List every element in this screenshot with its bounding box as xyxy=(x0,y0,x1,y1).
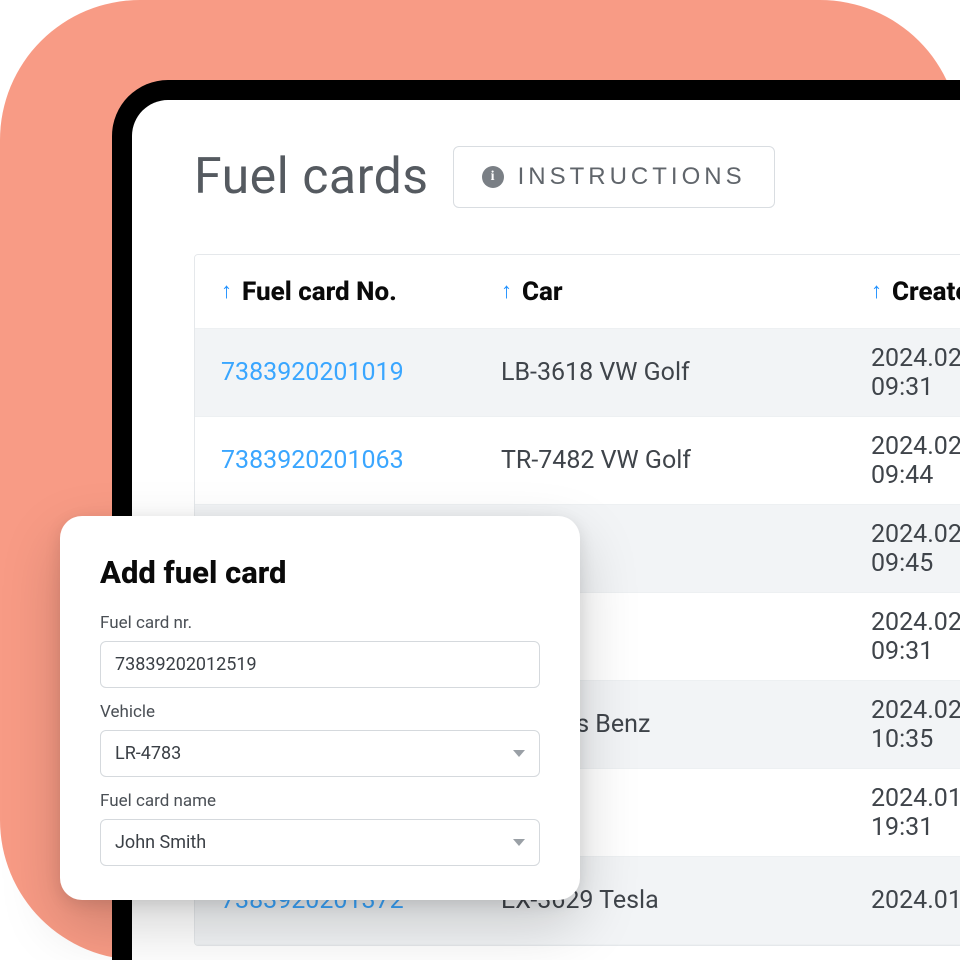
card-nr-input-wrap xyxy=(100,641,540,688)
sort-asc-icon: ↑ xyxy=(501,281,512,303)
sort-asc-icon: ↑ xyxy=(221,281,232,303)
vehicle-select[interactable]: LR-4783 xyxy=(100,730,540,777)
column-header-created[interactable]: ↑ Created xyxy=(871,277,960,307)
chevron-down-icon xyxy=(513,750,525,757)
field-label: Fuel card name xyxy=(100,791,540,811)
cell-created: 2024.01.21 19:31 xyxy=(871,784,960,842)
cell-created: 2024.01.14 08: xyxy=(871,886,960,915)
name-select-value: John Smith xyxy=(115,832,206,853)
field-name: Fuel card name John Smith xyxy=(100,791,540,866)
name-select[interactable]: John Smith xyxy=(100,819,540,866)
field-vehicle: Vehicle LR-4783 xyxy=(100,702,540,777)
field-label: Vehicle xyxy=(100,702,540,722)
field-label: Fuel card nr. xyxy=(100,613,540,633)
table-row: 7383920201019 LB-3618 VW Golf 2024.02.24… xyxy=(195,329,960,417)
cell-car: LB-3618 VW Golf xyxy=(501,358,871,387)
page-title: Fuel cards xyxy=(194,148,429,206)
cell-created: 2024.02.01 10:35 xyxy=(871,696,960,754)
column-header-car[interactable]: ↑ Car xyxy=(501,277,871,307)
cell-car: TR-7482 VW Golf xyxy=(501,446,871,475)
cell-card-no[interactable]: 7383920201019 xyxy=(221,358,501,387)
vehicle-select-value: LR-4783 xyxy=(115,743,181,764)
column-header-label: Fuel card No. xyxy=(242,277,397,307)
page-header: Fuel cards i INSTRUCTIONS xyxy=(194,146,960,208)
cell-created: 2024.02.11 09:31 xyxy=(871,608,960,666)
column-header-card-no[interactable]: ↑ Fuel card No. xyxy=(221,277,501,307)
cell-created: 2024.02.21 09:44 xyxy=(871,432,960,490)
sort-asc-icon: ↑ xyxy=(871,281,882,303)
table-header-row: ↑ Fuel card No. ↑ Car ↑ Created xyxy=(195,255,960,329)
instructions-label: INSTRUCTIONS xyxy=(518,163,746,191)
table-row: 7383920201063 TR-7482 VW Golf 2024.02.21… xyxy=(195,417,960,505)
cell-card-no[interactable]: 7383920201063 xyxy=(221,446,501,475)
column-header-label: Created xyxy=(892,277,960,307)
column-header-label: Car xyxy=(522,277,563,307)
info-icon: i xyxy=(482,166,504,188)
add-fuel-card-modal: Add fuel card Fuel card nr. Vehicle LR-4… xyxy=(60,516,580,900)
canvas: Fuel cards i INSTRUCTIONS ↑ Fuel card No… xyxy=(0,0,960,960)
modal-title: Add fuel card xyxy=(100,554,540,591)
field-card-nr: Fuel card nr. xyxy=(100,613,540,688)
instructions-button[interactable]: i INSTRUCTIONS xyxy=(453,146,775,208)
card-nr-input[interactable] xyxy=(115,654,525,675)
chevron-down-icon xyxy=(513,839,525,846)
cell-created: 2024.02.19 09:45 xyxy=(871,520,960,578)
cell-created: 2024.02.24 09:31 xyxy=(871,344,960,402)
